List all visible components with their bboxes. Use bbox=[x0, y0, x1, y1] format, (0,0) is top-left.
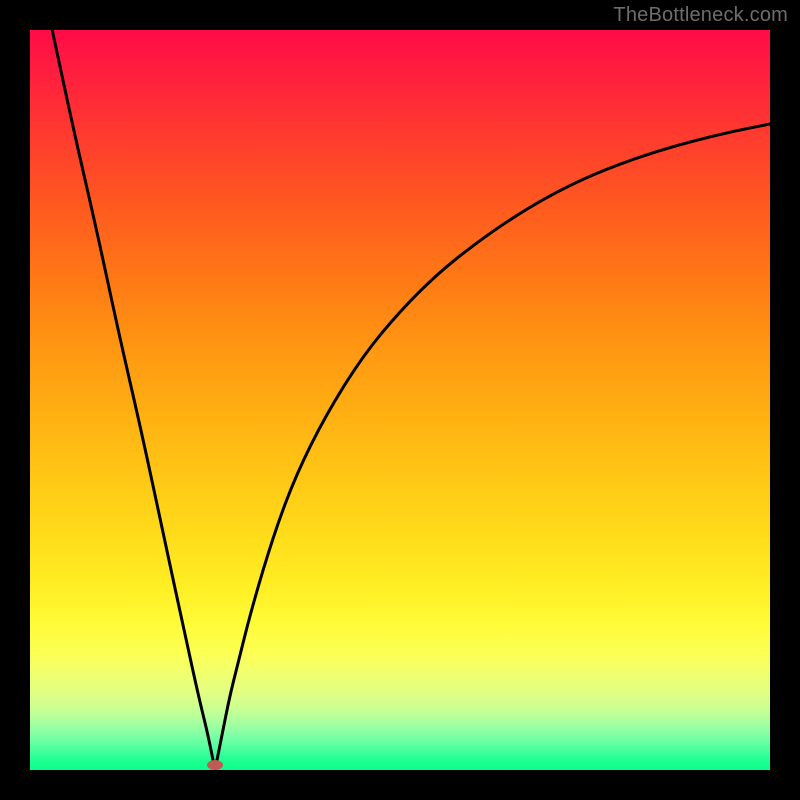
bottleneck-curve bbox=[52, 30, 770, 770]
curve-layer bbox=[30, 30, 770, 770]
watermark-text: TheBottleneck.com bbox=[613, 4, 788, 27]
plot-area bbox=[30, 30, 770, 770]
minimum-marker bbox=[207, 760, 223, 770]
chart-frame: TheBottleneck.com bbox=[0, 0, 800, 800]
